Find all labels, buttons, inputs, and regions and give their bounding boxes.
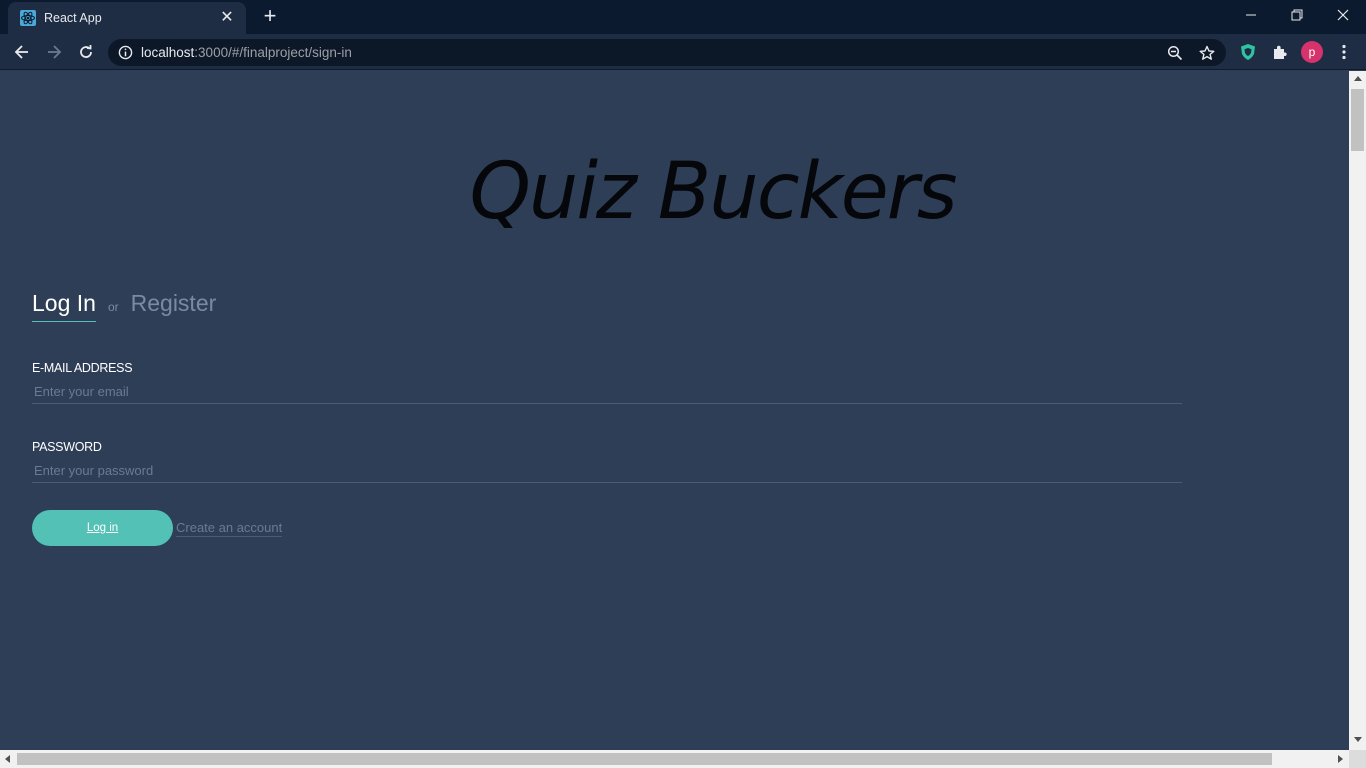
react-icon	[20, 10, 36, 26]
tab-title: React App	[44, 11, 102, 25]
back-button[interactable]	[10, 40, 34, 64]
vertical-scroll-thumb[interactable]	[1351, 89, 1364, 151]
page-content: Quiz Buckers Log In or Register E-MAIL A…	[0, 71, 1349, 750]
vertical-scrollbar[interactable]	[1349, 71, 1366, 750]
login-button[interactable]: Log in	[32, 510, 173, 546]
restore-icon	[1291, 9, 1303, 21]
email-label: E-MAIL ADDRESS	[32, 361, 133, 375]
email-field[interactable]	[32, 380, 1182, 404]
close-icon	[1337, 9, 1349, 21]
tab-register[interactable]: Register	[131, 290, 217, 317]
back-arrow-icon	[14, 45, 28, 59]
scroll-up-icon[interactable]	[1354, 76, 1362, 81]
info-icon[interactable]	[118, 45, 133, 60]
password-field[interactable]	[32, 459, 1182, 483]
create-account-link[interactable]: Create an account	[176, 520, 283, 537]
tab-login[interactable]: Log In	[32, 290, 96, 322]
zoom-icon[interactable]	[1166, 44, 1184, 62]
forward-arrow-icon	[48, 45, 62, 59]
kebab-menu-icon[interactable]	[1333, 41, 1355, 63]
tab-separator: or	[107, 300, 119, 314]
shield-extension-icon[interactable]	[1237, 41, 1259, 63]
browser-tab[interactable]: React App ✕	[8, 2, 246, 34]
scroll-right-icon[interactable]	[1338, 755, 1343, 763]
auth-tabs: Log In or Register	[32, 290, 216, 322]
url-host: localhost	[141, 45, 195, 60]
minimize-button[interactable]	[1228, 0, 1274, 30]
scroll-down-icon[interactable]	[1354, 737, 1362, 742]
horizontal-scroll-thumb[interactable]	[17, 753, 1272, 765]
scrollbar-corner	[1349, 750, 1366, 768]
reload-button[interactable]	[74, 40, 98, 64]
tab-strip: React App ✕ +	[0, 0, 1366, 34]
puzzle-icon[interactable]	[1269, 41, 1291, 63]
profile-avatar[interactable]: p	[1301, 41, 1323, 63]
browser-toolbar: localhost:3000/#/finalproject/sign-in p	[0, 34, 1366, 70]
brand-title: Quiz Buckers	[469, 147, 958, 237]
reload-icon	[80, 45, 92, 58]
scroll-left-icon[interactable]	[5, 755, 10, 763]
new-tab-button[interactable]: +	[258, 5, 282, 29]
close-window-button[interactable]	[1320, 0, 1366, 30]
password-label: PASSWORD	[32, 440, 102, 454]
address-bar[interactable]: localhost:3000/#/finalproject/sign-in	[108, 39, 1226, 66]
horizontal-scrollbar[interactable]	[0, 750, 1349, 768]
url-text: localhost:3000/#/finalproject/sign-in	[141, 45, 352, 60]
star-icon[interactable]	[1198, 44, 1216, 62]
restore-button[interactable]	[1274, 0, 1320, 30]
close-tab-button[interactable]: ✕	[218, 9, 236, 27]
minimize-icon	[1246, 14, 1256, 16]
url-path: :3000/#/finalproject/sign-in	[194, 45, 352, 60]
forward-button[interactable]	[42, 40, 66, 64]
